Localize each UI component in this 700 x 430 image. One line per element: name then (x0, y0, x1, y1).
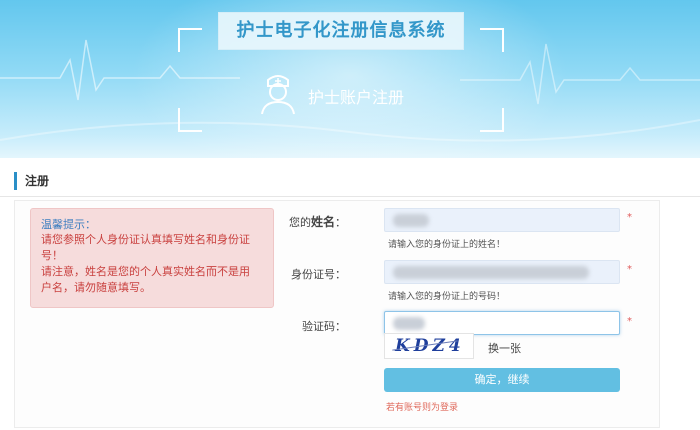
tip-line: 号！ (41, 249, 63, 262)
tip-line: 请注意，姓名是您的个人真实姓名而不是用 (41, 265, 250, 278)
captcha-image: KDZ4 (384, 333, 474, 359)
warm-tip-box: 温馨提示： 请您参照个人身份证认真填写姓名和身份证 号！ 请注意，姓名是您的个人… (30, 208, 274, 308)
required-mark: * (627, 264, 632, 275)
header-banner: 护士电子化注册信息系统 护士账户注册 (0, 0, 700, 158)
tip-line: 请您参照个人身份证认真填写姓名和身份证 (41, 233, 250, 246)
name-label: 您的姓名： (288, 215, 346, 229)
tip-line: 户名，请勿随意填写。 (41, 281, 151, 294)
id-number-field[interactable] (384, 260, 620, 284)
name-field[interactable] (384, 208, 620, 232)
login-link[interactable]: 若有账号则为登录 (386, 400, 458, 413)
section-divider (0, 196, 700, 197)
required-mark: * (627, 212, 632, 223)
subtitle: 护士账户注册 (308, 88, 405, 107)
confirm-continue-button[interactable]: 确定，继续 (384, 368, 620, 392)
id-number-label: 身份证号： (291, 268, 346, 281)
nurse-icon (261, 75, 295, 115)
captcha-field[interactable] (384, 311, 620, 335)
tip-title: 温馨提示： (41, 218, 96, 231)
required-mark: * (627, 316, 632, 327)
refresh-captcha-link[interactable]: 换一张 (488, 340, 521, 356)
section-title: 注册 (14, 172, 49, 190)
system-title: 护士电子化注册信息系统 (218, 12, 464, 50)
captcha-label: 验证码： (302, 320, 346, 333)
id-number-hint: 请输入您的身份证上的号码！ (388, 292, 506, 302)
account-register-heading: 护士账户注册 (248, 72, 448, 116)
name-hint: 请输入您的身份证上的姓名！ (388, 240, 506, 250)
